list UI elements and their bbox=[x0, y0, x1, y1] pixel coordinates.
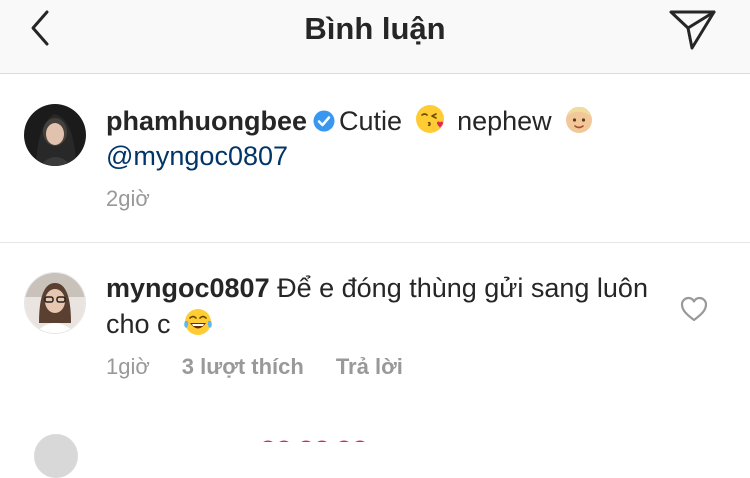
avatar[interactable] bbox=[24, 104, 86, 166]
baby-emoji-icon bbox=[566, 106, 593, 133]
mention-link[interactable]: @myngoc0807 bbox=[106, 141, 288, 171]
likes-count-link[interactable]: 3 lượt thích bbox=[182, 354, 304, 379]
heart-outline-icon bbox=[680, 296, 708, 322]
comment-time: 2giờ bbox=[106, 186, 150, 211]
tears-of-joy-emoji-icon bbox=[184, 309, 212, 335]
divider bbox=[0, 242, 750, 243]
header-bar: Bình luận bbox=[0, 0, 750, 74]
paper-plane-icon bbox=[669, 10, 716, 50]
comment-text: Cutie bbox=[339, 106, 403, 136]
verified-badge-icon bbox=[313, 110, 335, 132]
comment-body: myngoc0807 Để e đóng thùng gửi sang luôn… bbox=[106, 271, 666, 342]
comment-meta: 1giờ 3 lượt thích Trả lời bbox=[106, 353, 403, 381]
comment-text-continued: nephew bbox=[457, 106, 552, 136]
kissing-heart-emoji-icon bbox=[415, 105, 444, 133]
avatar[interactable] bbox=[24, 272, 86, 334]
comment-time: 1giờ bbox=[106, 354, 150, 379]
share-button[interactable] bbox=[668, 8, 718, 52]
comment-username[interactable]: phamhuongbee bbox=[106, 106, 307, 136]
comment-meta: 2giờ bbox=[106, 185, 182, 213]
like-button[interactable] bbox=[680, 296, 708, 322]
comment-username[interactable]: myngoc0807 bbox=[106, 273, 270, 303]
reply-button[interactable]: Trả lời bbox=[336, 354, 403, 379]
comment-body: phamhuongbee Cutie nephew @myngoc0807 bbox=[106, 103, 666, 174]
page-title: Bình luận bbox=[304, 11, 446, 46]
